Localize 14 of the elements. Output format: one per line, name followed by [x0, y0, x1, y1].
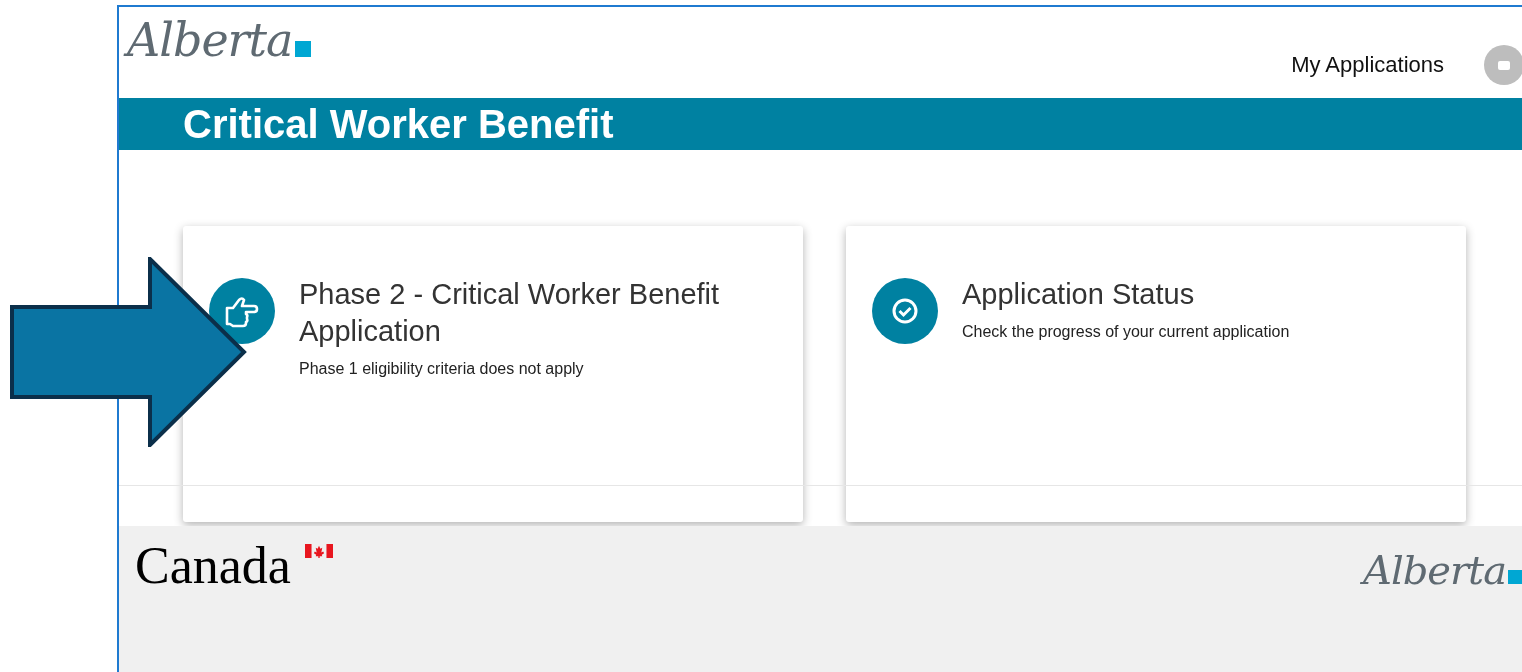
option-card[interactable]: Application Status Check the progress of your current application [846, 226, 1466, 522]
page-title: Critical Worker Benefit [183, 101, 614, 147]
flag-icon [305, 544, 333, 558]
user-avatar-icon[interactable] [1484, 45, 1522, 85]
card-description: Check the progress of your current application [962, 323, 1291, 341]
check-circle-icon [872, 278, 938, 344]
card-title: Application Status [962, 277, 1196, 312]
card-title: Phase 2 - Critical Worker Benefit Application [299, 277, 721, 349]
option-card[interactable]: Phase 2 - Critical Worker Benefit Application Phase 1 eligibility criteria does not apply [183, 226, 803, 522]
logo-square-icon [1508, 570, 1522, 584]
canada-wordmark: Canada [135, 537, 291, 594]
my-applications-link[interactable]: My Applications [1291, 52, 1444, 78]
card-description: Phase 1 eligibility criteria does not apply [299, 360, 585, 378]
logo-square-icon [294, 41, 311, 57]
